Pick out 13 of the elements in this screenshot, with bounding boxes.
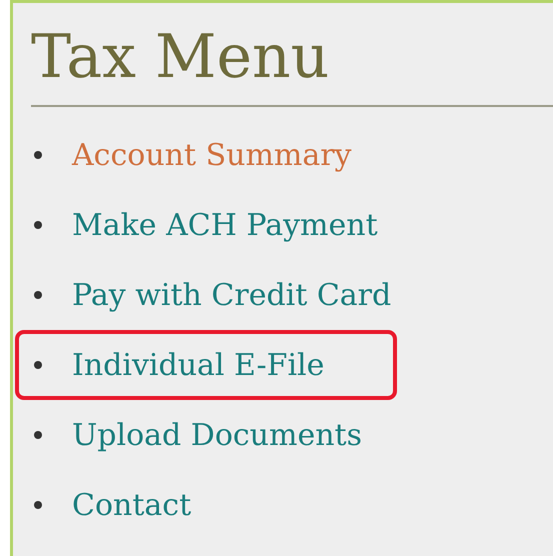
menu-link[interactable]: Contact <box>72 488 192 522</box>
menu-title: Tax Menu <box>30 21 330 94</box>
menu-link[interactable]: Individual E-File <box>72 348 324 382</box>
bullet-icon <box>34 291 42 299</box>
menu-link[interactable]: Pay with Credit Card <box>72 278 392 312</box>
menu-link[interactable]: Make ACH Payment <box>72 208 378 242</box>
bullet-icon <box>34 431 42 439</box>
bullet-icon <box>34 221 42 229</box>
menu-link[interactable]: Upload Documents <box>72 418 362 452</box>
bullet-icon <box>34 501 42 509</box>
bullet-icon <box>34 151 42 159</box>
bullet-icon <box>34 361 42 369</box>
menu-link[interactable]: Account Summary <box>72 138 352 172</box>
